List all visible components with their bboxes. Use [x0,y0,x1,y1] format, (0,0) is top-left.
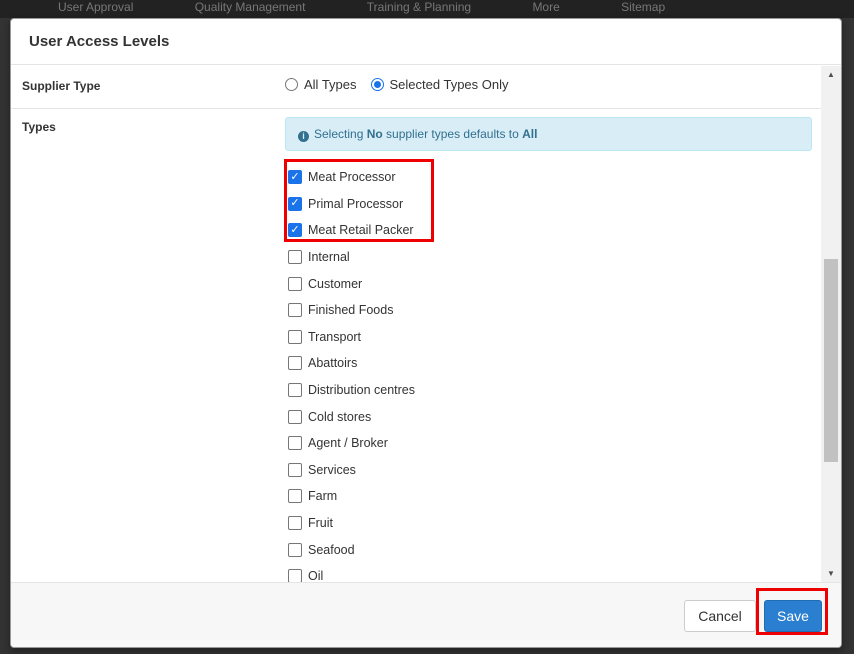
checkbox[interactable] [288,329,302,344]
type-item[interactable]: Abattoirs [288,350,768,377]
type-item-label[interactable]: Meat Retail Packer [308,223,414,237]
checkbox[interactable] [288,516,302,531]
scroll-down-arrow[interactable]: ▼ [821,565,841,582]
background-nav: User Approval Quality Management Trainin… [0,0,854,18]
type-item[interactable]: Distribution centres [288,377,768,404]
radio-all-types[interactable] [285,78,298,91]
info-icon: i [298,131,309,142]
type-item[interactable]: Seafood [288,536,768,563]
radio-all-types-label[interactable]: All Types [304,77,357,92]
checkbox-checked[interactable]: ✓ [288,170,302,185]
type-item-label[interactable]: Customer [308,277,362,291]
info-text-middle: supplier types defaults to [382,127,523,141]
type-item[interactable]: Finished Foods [288,297,768,324]
type-item-label[interactable]: Oil [308,569,323,582]
type-item-label[interactable]: Seafood [308,543,355,557]
types-label: Types [22,120,56,134]
checkbox[interactable] [288,436,302,451]
radio-selected-types-only[interactable] [370,78,384,91]
type-item[interactable]: Internal [288,244,768,271]
modal-footer: Cancel Save [11,582,841,647]
checkbox[interactable] [288,542,302,557]
radio-selected-types-only-label[interactable]: Selected Types Only [390,77,509,92]
checkbox[interactable] [288,383,302,398]
type-item-label[interactable]: Transport [308,330,361,344]
background-nav-item: User Approval [58,0,134,14]
type-item-label[interactable]: Meat Processor [308,170,396,184]
cancel-button[interactable]: Cancel [684,600,756,632]
supplier-type-radio-group: All Types Selected Types Only [285,77,523,92]
scroll-up-arrow[interactable]: ▲ [821,66,841,83]
checkbox[interactable] [288,409,302,424]
type-item[interactable]: Oil [288,563,768,582]
type-item-label[interactable]: Services [308,463,356,477]
type-item-label[interactable]: Finished Foods [308,303,393,317]
type-item-label[interactable]: Internal [308,250,350,264]
user-access-levels-modal: User Access Levels Supplier Type All Typ… [10,18,842,648]
checkbox[interactable] [288,489,302,504]
checkbox[interactable] [288,356,302,371]
supplier-type-label: Supplier Type [22,79,101,93]
checkbox-checked[interactable]: ✓ [288,196,302,211]
type-item[interactable]: Farm [288,483,768,510]
type-item[interactable]: Transport [288,324,768,351]
background-nav-item: Training & Planning [366,0,472,14]
type-item-label[interactable]: Farm [308,489,337,503]
type-item-label[interactable]: Primal Processor [308,197,403,211]
modal-title: User Access Levels [11,19,841,65]
checkbox[interactable] [288,250,302,265]
background-nav-item: Sitemap [621,0,666,14]
checkbox[interactable] [288,276,302,291]
type-item-label[interactable]: Fruit [308,516,333,530]
info-text-bold-no: No [366,127,383,141]
type-item[interactable]: Agent / Broker [288,430,768,457]
type-item[interactable]: Fruit [288,510,768,537]
type-item-label[interactable]: Cold stores [308,410,371,424]
type-item[interactable]: ✓ Meat Retail Packer [288,217,768,244]
checkbox[interactable] [288,303,302,318]
background-nav-item: Quality Management [194,0,306,14]
type-item-label[interactable]: Agent / Broker [308,436,388,450]
checkbox[interactable] [288,462,302,477]
type-item[interactable]: ✓ Meat Processor [288,164,768,191]
checkbox-checked[interactable]: ✓ [288,223,302,238]
info-alert: i Selecting No supplier types defaults to… [285,117,812,151]
type-item-label[interactable]: Distribution centres [308,383,415,397]
info-text-bold-all: All [522,127,538,141]
checkbox[interactable] [288,569,302,582]
background-nav-item: More [532,0,560,14]
info-text-prefix: Selecting [314,127,367,141]
type-item[interactable]: ✓ Primal Processor [288,191,768,218]
supplier-type-row: Supplier Type All Types Selected Types O… [11,66,821,109]
scroll-thumb[interactable] [824,259,838,462]
type-item[interactable]: Cold stores [288,403,768,430]
type-item[interactable]: Services [288,457,768,484]
supplier-types-list: ✓ Meat Processor ✓ Primal Processor ✓ Meat Re… [288,164,768,582]
type-item[interactable]: Customer [288,270,768,297]
modal-body: Supplier Type All Types Selected Types O… [11,66,841,582]
type-item-label[interactable]: Abattoirs [308,356,357,370]
save-button[interactable]: Save [764,600,822,632]
scrollbar[interactable]: ▲ ▼ [821,66,841,582]
